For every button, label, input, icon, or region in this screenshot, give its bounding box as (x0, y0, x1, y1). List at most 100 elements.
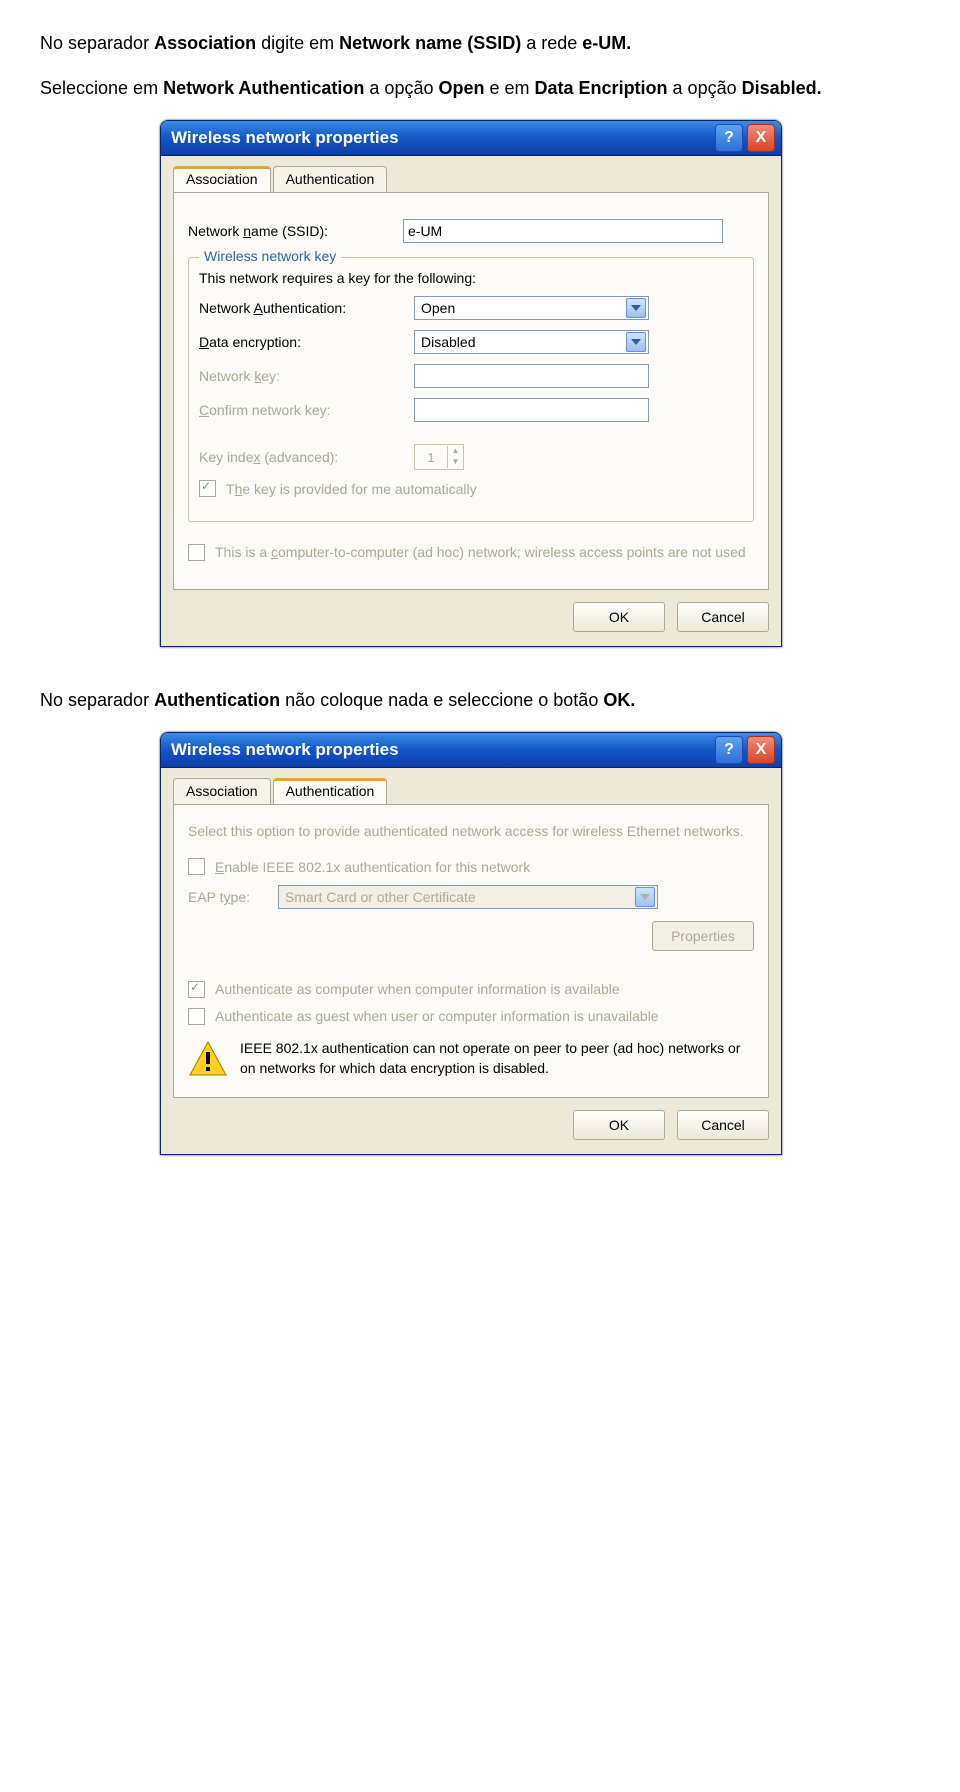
tabpane-authentication: Select this option to provide authentica… (173, 804, 769, 1098)
row-eap-type: EAP type: Smart Card or other Certificat… (188, 885, 754, 909)
key-index-spinner: 1 ▲▼ (414, 444, 464, 470)
bold: Data Encription (535, 78, 668, 98)
bold: Network Authentication (163, 78, 364, 98)
text: Seleccione em (40, 78, 163, 98)
text: No separador (40, 690, 154, 710)
row-auto-key: The key is provided for me automatically (199, 480, 743, 497)
ok-button[interactable]: OK (573, 602, 665, 632)
window-association: Wireless network properties ? X Associat… (160, 120, 782, 647)
network-key-input (414, 364, 649, 388)
bold: Association (154, 33, 256, 53)
confirm-key-label: Confirm network key: (199, 402, 404, 418)
tab-authentication[interactable]: Authentication (273, 166, 388, 192)
tabstrip: Association Authentication (173, 166, 769, 192)
eap-label: EAP type: (188, 889, 268, 905)
spinner-down-icon: ▼ (447, 457, 463, 468)
auth-computer-checkbox (188, 981, 205, 998)
window-authentication: Wireless network properties ? X Associat… (160, 732, 782, 1155)
close-icon: X (756, 129, 767, 147)
button-row: OK Cancel (173, 602, 769, 632)
row-enable-8021x: Enable IEEE 802.1x authentication for th… (188, 858, 754, 875)
auth-intro: Select this option to provide authentica… (188, 821, 754, 842)
instruction-3: No separador Authentication não coloque … (40, 687, 920, 714)
row-key-index: Key index (advanced): 1 ▲▼ (199, 444, 743, 470)
bold: Network name (SSID) (339, 33, 521, 53)
client-area: Association Authentication Select this o… (161, 767, 781, 1154)
help-icon: ? (724, 129, 734, 147)
row-auth-guest: Authenticate as guest when user or compu… (188, 1008, 754, 1025)
text: digite em (256, 33, 339, 53)
group-legend: Wireless network key (199, 248, 341, 264)
bold: Open (438, 78, 484, 98)
close-icon: X (756, 741, 767, 759)
row-encryption: Data encryption: Disabled (199, 330, 743, 354)
encryption-select[interactable]: Disabled (414, 330, 649, 354)
ssid-input[interactable] (403, 219, 723, 243)
auth-value: Open (421, 300, 455, 316)
confirm-key-input (414, 398, 649, 422)
auto-key-label: The key is provided for me automatically (226, 481, 477, 497)
enable-8021x-label: Enable IEEE 802.1x authentication for th… (215, 859, 530, 875)
key-index-value: 1 (415, 450, 447, 465)
text: não coloque nada e seleccione o botão (280, 690, 603, 710)
row-adhoc: This is a computer-to-computer (ad hoc) … (188, 544, 754, 561)
bold: e-UM. (582, 33, 631, 53)
text: No separador (40, 33, 154, 53)
ok-button[interactable]: OK (573, 1110, 665, 1140)
enable-8021x-checkbox (188, 858, 205, 875)
bold: Disabled. (742, 78, 822, 98)
text: a opção (364, 78, 438, 98)
warning-text: IEEE 802.1x authentication can not opera… (240, 1039, 754, 1078)
group-text: This network requires a key for the foll… (199, 270, 743, 286)
row-confirm-key: Confirm network key: (199, 398, 743, 422)
key-index-label: Key index (advanced): (199, 449, 404, 465)
window-title: Wireless network properties (171, 740, 711, 760)
row-auth: Network Authentication: Open (199, 296, 743, 320)
help-button[interactable]: ? (715, 124, 743, 152)
chevron-down-icon (626, 298, 646, 318)
bold: Authentication (154, 690, 280, 710)
row-network-key: Network key: (199, 364, 743, 388)
row-auth-computer: Authenticate as computer when computer i… (188, 981, 754, 998)
titlebar[interactable]: Wireless network properties ? X (161, 121, 781, 155)
button-row: OK Cancel (173, 1110, 769, 1140)
properties-button: Properties (652, 921, 754, 951)
ssid-label: Network name (SSID): (188, 223, 393, 239)
auto-key-checkbox (199, 480, 216, 497)
chevron-down-icon (635, 887, 655, 907)
encryption-value: Disabled (421, 334, 475, 350)
help-icon: ? (724, 741, 734, 759)
cancel-button[interactable]: Cancel (677, 1110, 769, 1140)
auth-computer-label: Authenticate as computer when computer i… (215, 981, 754, 997)
network-key-label: Network key: (199, 368, 404, 384)
bold: OK. (603, 690, 635, 710)
tab-association[interactable]: Association (173, 166, 271, 192)
tab-authentication[interactable]: Authentication (273, 778, 388, 804)
adhoc-label: This is a computer-to-computer (ad hoc) … (215, 544, 754, 560)
window-title: Wireless network properties (171, 128, 711, 148)
spinner-up-icon: ▲ (447, 446, 463, 457)
text: a rede (521, 33, 582, 53)
warning-icon (188, 1039, 228, 1079)
client-area: Association Authentication Network name … (161, 155, 781, 646)
cancel-button[interactable]: Cancel (677, 602, 769, 632)
eap-select: Smart Card or other Certificate (278, 885, 658, 909)
auth-label: Network Authentication: (199, 300, 404, 316)
row-ssid: Network name (SSID): (188, 219, 754, 243)
tabstrip: Association Authentication (173, 778, 769, 804)
tabpane-association: Network name (SSID): Wireless network ke… (173, 192, 769, 590)
tab-association[interactable]: Association (173, 778, 271, 804)
text: a opção (668, 78, 742, 98)
instruction-2: Seleccione em Network Authentication a o… (40, 75, 920, 102)
close-button[interactable]: X (747, 736, 775, 764)
titlebar[interactable]: Wireless network properties ? X (161, 733, 781, 767)
close-button[interactable]: X (747, 124, 775, 152)
encryption-label: Data encryption: (199, 334, 404, 350)
instruction-1: No separador Association digite em Netwo… (40, 30, 920, 57)
auth-guest-label: Authenticate as guest when user or compu… (215, 1008, 754, 1024)
text: e em (485, 78, 535, 98)
auth-guest-checkbox (188, 1008, 205, 1025)
help-button[interactable]: ? (715, 736, 743, 764)
auth-select[interactable]: Open (414, 296, 649, 320)
chevron-down-icon (626, 332, 646, 352)
